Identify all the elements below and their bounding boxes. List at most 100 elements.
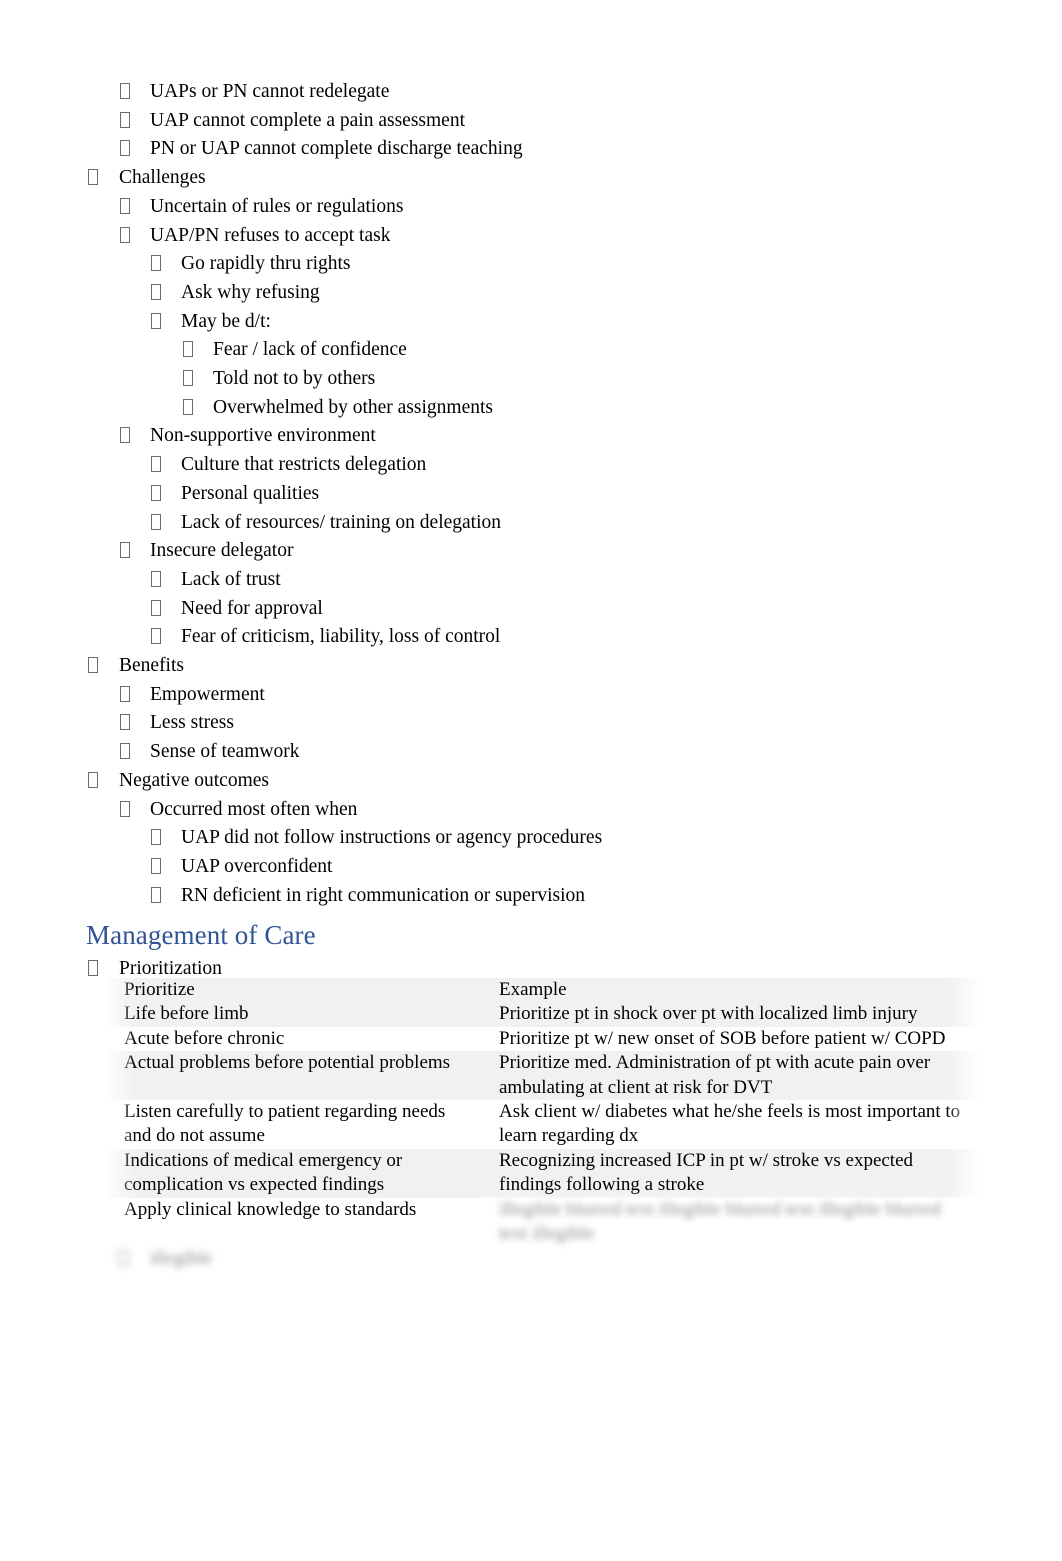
list-item-label: Non-supportive environment bbox=[150, 425, 376, 447]
list-item: Insecure delegator bbox=[0, 537, 1062, 566]
list-item: May be d/t: bbox=[0, 308, 1062, 337]
list-item-label: Ask why refusing bbox=[181, 281, 320, 303]
bullet-box-icon bbox=[120, 714, 130, 731]
bullet-box-icon bbox=[120, 542, 130, 559]
bullet-box-icon bbox=[120, 226, 130, 243]
blurred-tail-fragment: illegible bbox=[118, 1248, 212, 1270]
list-item-label: Benefits bbox=[119, 655, 184, 677]
bullet-box-icon bbox=[151, 283, 161, 300]
bullet-box-icon bbox=[183, 341, 193, 358]
list-item: Culture that restricts delegation bbox=[0, 451, 1062, 480]
bullet-box-icon bbox=[151, 857, 161, 874]
list-item-label: Insecure delegator bbox=[150, 540, 294, 562]
outline-list: UAPs or PN cannot redelegate UAP cannot c… bbox=[0, 78, 1062, 910]
bullet-box-icon bbox=[151, 484, 161, 501]
bullet-box-icon bbox=[120, 197, 130, 214]
list-item-label: UAP cannot complete a pain assessment bbox=[150, 109, 465, 131]
bullet-box-icon bbox=[88, 960, 98, 976]
cell-example: Ask client w/ diabetes what he/she feels… bbox=[483, 1100, 978, 1149]
cell-example: Prioritize pt in shock over pt with loca… bbox=[483, 1002, 978, 1027]
list-item-label: Lack of resources/ training on delegatio… bbox=[181, 511, 502, 533]
bullet-box-icon bbox=[151, 513, 161, 530]
list-item: UAPs or PN cannot redelegate bbox=[0, 78, 1062, 107]
cell-prioritize: Apply clinical knowledge to standards bbox=[108, 1197, 483, 1247]
list-item-label: Culture that restricts delegation bbox=[181, 454, 427, 476]
list-item: Ask why refusing bbox=[0, 279, 1062, 308]
prioritization-table-wrapper: Prioritize Example Life before limb Priorit… bbox=[108, 978, 978, 1247]
list-item: Sense of teamwork bbox=[0, 738, 1062, 767]
bullet-box-icon bbox=[118, 1250, 128, 1266]
list-item: UAP overconfident bbox=[0, 853, 1062, 882]
list-item: UAP/PN refuses to accept task bbox=[0, 222, 1062, 251]
list-item: Lack of trust bbox=[0, 566, 1062, 595]
list-item-label: UAPs or PN cannot redelegate bbox=[150, 81, 390, 102]
document-page: UAPs or PN cannot redelegate UAP cannot c… bbox=[0, 0, 1062, 1561]
list-item: Challenges bbox=[0, 164, 1062, 193]
column-header-prioritize: Prioritize bbox=[108, 978, 483, 1003]
bullet-box-icon bbox=[151, 599, 161, 616]
list-item: Occurred most often when bbox=[0, 796, 1062, 825]
cell-example: Prioritize med. Administration of pt wit… bbox=[483, 1051, 978, 1101]
bullet-box-icon bbox=[120, 427, 130, 444]
bullet-box-icon bbox=[151, 255, 161, 272]
list-item: Non-supportive environment bbox=[0, 422, 1062, 451]
list-item-label: Overwhelmed by other assignments bbox=[213, 396, 493, 418]
list-item-label: Uncertain of rules or regulations bbox=[150, 195, 404, 217]
list-item: Personal qualities bbox=[0, 480, 1062, 509]
cell-example: Prioritize pt w/ new onset of SOB before… bbox=[483, 1026, 978, 1052]
table-row: Listen carefully to patient regarding ne… bbox=[108, 1100, 978, 1149]
list-item-label: Challenges bbox=[119, 167, 206, 189]
list-item: UAP cannot complete a pain assessment bbox=[0, 107, 1062, 136]
table-row: Acute before chronic Prioritize pt w/ new… bbox=[108, 1026, 978, 1052]
table-row: Indications of medical emergency or comp… bbox=[108, 1148, 978, 1198]
tail-fragment-label: illegible bbox=[150, 1248, 213, 1269]
list-item: Negative outcomes bbox=[0, 767, 1062, 796]
table-body: Prioritize Example Life before limb Priorit… bbox=[108, 978, 978, 1247]
list-item: Go rapidly thru rights bbox=[0, 250, 1062, 279]
list-item: UAP did not follow instructions or agenc… bbox=[0, 824, 1062, 853]
table-row: Apply clinical knowledge to standards ill… bbox=[108, 1197, 978, 1247]
cell-prioritize: Life before limb bbox=[108, 1002, 483, 1027]
list-item-label: Go rapidly thru rights bbox=[181, 253, 351, 275]
list-item-label: PN or UAP cannot complete discharge teac… bbox=[150, 138, 523, 160]
list-item-label: Less stress bbox=[150, 712, 234, 734]
table-row: Life before limb Prioritize pt in shock o… bbox=[108, 1002, 978, 1027]
page-title: Management of Care bbox=[86, 920, 316, 950]
list-item-label: Negative outcomes bbox=[119, 769, 269, 791]
bullet-box-icon bbox=[151, 312, 161, 329]
bullet-box-icon bbox=[88, 657, 98, 674]
bullet-box-icon bbox=[120, 800, 130, 817]
list-item: RN deficient in right communication or s… bbox=[0, 882, 1062, 911]
column-header-example: Example bbox=[483, 978, 978, 1003]
cell-example: Recognizing increased ICP in pt w/ strok… bbox=[483, 1148, 978, 1198]
table-row: Actual problems before potential problem… bbox=[108, 1051, 978, 1101]
prioritization-table: Prioritize Example Life before limb Priorit… bbox=[108, 978, 978, 1247]
list-item: Lack of resources/ training on delegatio… bbox=[0, 509, 1062, 538]
list-item-label: RN deficient in right communication or s… bbox=[181, 884, 586, 906]
cell-prioritize: Actual problems before potential problem… bbox=[108, 1051, 483, 1101]
bullet-box-icon bbox=[151, 628, 161, 645]
bullet-box-icon bbox=[120, 743, 130, 760]
list-item-label: Empowerment bbox=[150, 683, 265, 705]
bullet-box-icon bbox=[88, 771, 98, 788]
list-item-label: UAP overconfident bbox=[181, 855, 333, 877]
list-item: Empowerment bbox=[0, 681, 1062, 710]
list-item-label: Fear / lack of confidence bbox=[213, 339, 407, 361]
list-item: Told not to by others bbox=[0, 365, 1062, 394]
list-item-label: UAP did not follow instructions or agenc… bbox=[181, 827, 603, 849]
bullet-box-icon bbox=[88, 169, 98, 186]
list-item: Need for approval bbox=[0, 595, 1062, 624]
list-item-label: Sense of teamwork bbox=[150, 741, 300, 763]
list-item-label: Lack of trust bbox=[181, 568, 281, 590]
list-item: PN or UAP cannot complete discharge teac… bbox=[0, 135, 1062, 164]
bullet-box-icon bbox=[120, 140, 130, 157]
bullet-box-icon bbox=[120, 685, 130, 702]
bullet-box-icon bbox=[151, 886, 161, 903]
cell-prioritize: Acute before chronic bbox=[108, 1026, 483, 1052]
list-item: Overwhelmed by other assignments bbox=[0, 394, 1062, 423]
list-item-label: Personal qualities bbox=[181, 482, 320, 504]
bullet-box-icon bbox=[183, 398, 193, 415]
bullet-box-icon bbox=[151, 829, 161, 846]
bullet-box-icon bbox=[120, 111, 130, 128]
bullet-box-icon bbox=[151, 456, 161, 473]
